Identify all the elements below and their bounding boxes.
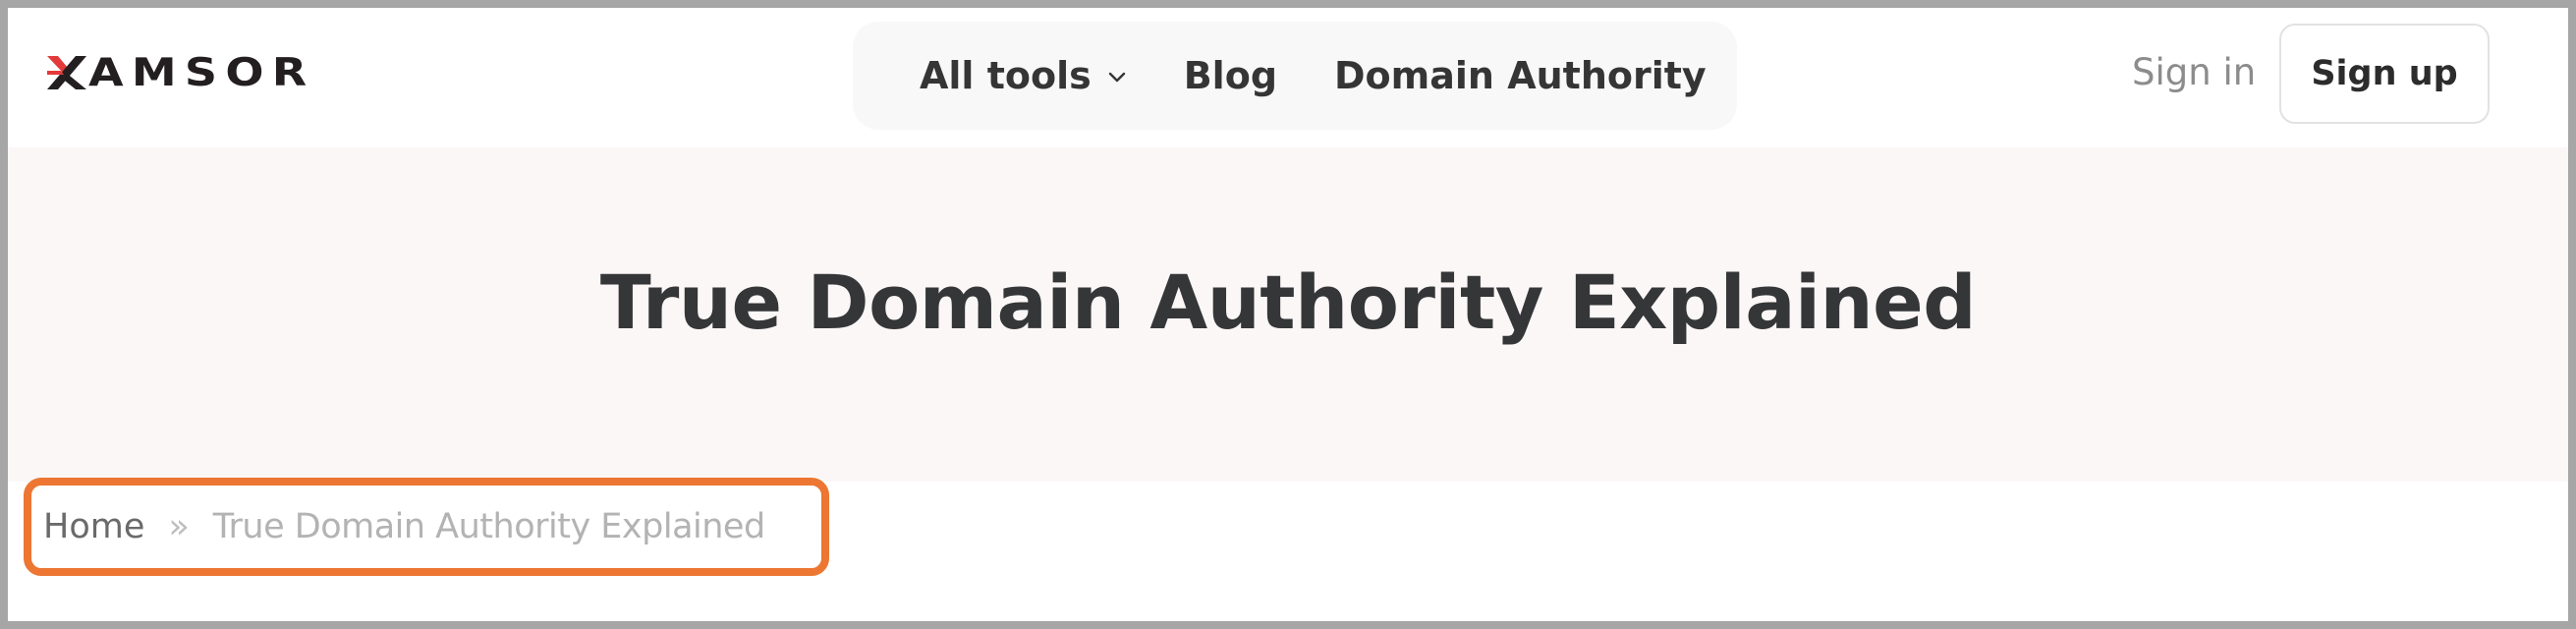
nav-all-tools-label: All tools [920, 54, 1092, 97]
page-frame: AMSOR All tools Blog Domain Authority Si… [0, 0, 2576, 629]
nav-blog-link[interactable]: Blog [1184, 54, 1277, 97]
hero-banner: True Domain Authority Explained [8, 147, 2568, 482]
site-header: AMSOR All tools Blog Domain Authority Si… [8, 8, 2568, 147]
sign-in-link[interactable]: Sign in [2132, 51, 2256, 93]
page-title: True Domain Authority Explained [599, 258, 1977, 346]
logo-x-mark-icon [47, 56, 86, 89]
breadcrumb: Home » True Domain Authority Explained [43, 501, 765, 552]
site-logo[interactable]: AMSOR [47, 53, 307, 92]
sign-up-button[interactable]: Sign up [2279, 24, 2490, 124]
logo-wordmark: AMSOR [88, 50, 315, 95]
breadcrumb-current-page: True Domain Authority Explained [212, 507, 765, 546]
breadcrumb-separator: » [168, 507, 190, 546]
nav-domain-authority-link[interactable]: Domain Authority [1334, 54, 1707, 97]
breadcrumb-home-link[interactable]: Home [43, 507, 144, 546]
chevron-down-icon [1108, 72, 1125, 83]
main-nav: All tools Blog Domain Authority [853, 22, 1737, 130]
nav-all-tools-dropdown[interactable]: All tools [920, 54, 1127, 97]
